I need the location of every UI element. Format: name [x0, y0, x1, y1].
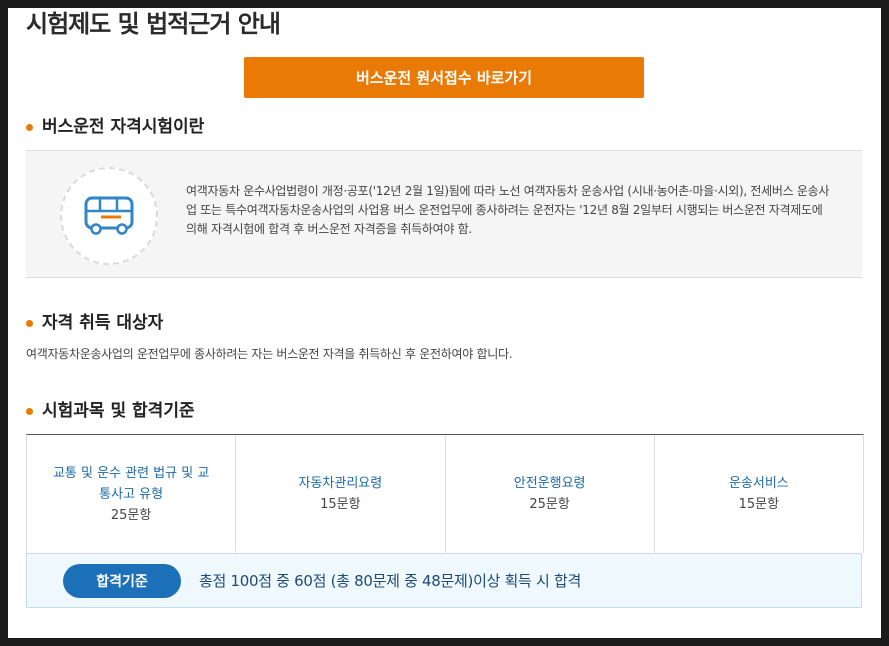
subject-cell: 자동차관리요령 15문항 [236, 435, 446, 553]
about-box: 여객자동차 운수사업법령이 개정·공포('12년 2월 1일)됨에 따라 노선 … [26, 150, 862, 278]
subject-count: 15문항 [738, 497, 780, 512]
subject-cell: 교통 및 운수 관련 법규 및 교통사고 유형 25문항 [27, 435, 237, 553]
bus-icon-container [60, 167, 158, 265]
bullet-icon [26, 319, 33, 327]
subject-count: 25문항 [529, 497, 570, 512]
about-description: 여객자동차 운수사업법령이 개정·공포('12년 2월 1일)됨에 따라 노선 … [186, 184, 830, 236]
section-title-target: 자격 취득 대상자 [26, 312, 163, 334]
content-panel: 시험제도 및 법적근거 안내 버스운전 원서접수 바로가기 버스운전 자격시험이… [8, 8, 881, 638]
subject-cell: 운송서비스 15문항 [655, 435, 863, 553]
bullet-icon [26, 123, 33, 131]
section-title-about-label: 버스운전 자격시험이란 [42, 117, 205, 137]
subject-name: 교통 및 운수 관련 법규 및 교통사고 유형 [52, 465, 210, 502]
subject-name: 자동차관리요령 [298, 476, 383, 491]
subject-count: 15문항 [320, 497, 361, 512]
subject-cell: 안전운행요령 25문항 [446, 435, 655, 553]
section-title-about: 버스운전 자격시험이란 [26, 116, 204, 138]
subject-name: 운송서비스 [728, 476, 789, 491]
subjects-table: 교통 및 운수 관련 법규 및 교통사고 유형 25문항 자동차관리요령 15문… [26, 434, 864, 553]
subject-count: 25문항 [110, 507, 152, 523]
bus-icon [84, 196, 134, 235]
apply-button[interactable]: 버스운전 원서접수 바로가기 [244, 57, 644, 98]
section-title-subjects: 시험과목 및 합격기준 [26, 400, 195, 422]
target-description: 여객자동차운송사업의 운전업무에 종사하려는 자는 버스운전 자격을 취득하신 … [26, 347, 513, 361]
section-title-target-label: 자격 취득 대상자 [42, 313, 164, 333]
page-title: 시험제도 및 법적근거 안내 [26, 10, 281, 38]
subject-name: 안전운행요령 [513, 476, 586, 491]
section-title-subjects-label: 시험과목 및 합격기준 [42, 401, 195, 421]
pass-criteria-bar: 합격기준 총점 100점 중 60점 (총 80문제 중 48문제)이상 획득 … [26, 553, 862, 608]
bullet-icon [26, 407, 33, 415]
pass-criteria-text: 총점 100점 중 60점 (총 80문제 중 48문제)이상 획득 시 합격 [199, 572, 581, 590]
pass-criteria-badge: 합격기준 [63, 563, 181, 598]
